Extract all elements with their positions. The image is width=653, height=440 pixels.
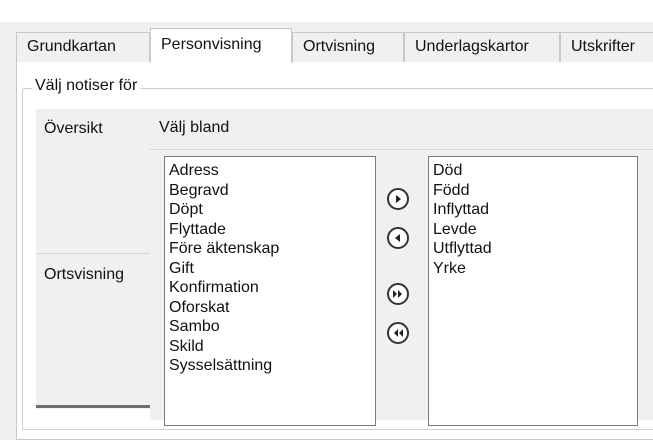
- nav-bottom-edge: [36, 405, 150, 408]
- selected-notices-list[interactable]: Död Född Inflyttad Levde Utflyttad Yrke: [428, 156, 638, 426]
- tab-grundkartan[interactable]: Grundkartan: [16, 32, 150, 62]
- list-item[interactable]: Sambo: [165, 317, 375, 337]
- tab-utskrifter[interactable]: Utskrifter: [560, 32, 653, 62]
- double-arrow-left-icon: [394, 329, 403, 337]
- window-top-strip: [0, 0, 653, 22]
- list-item[interactable]: Före äktenskap: [165, 239, 375, 259]
- double-arrow-right-icon: [393, 290, 402, 298]
- tab-personvisning[interactable]: Personvisning: [150, 28, 292, 63]
- arrow-left-icon: [395, 234, 400, 242]
- list-item[interactable]: Inflyttad: [429, 200, 637, 220]
- list-item[interactable]: Utflyttad: [429, 239, 637, 259]
- list-item[interactable]: Gift: [165, 259, 375, 279]
- add-all-button[interactable]: [387, 283, 409, 305]
- list-item[interactable]: Levde: [429, 220, 637, 240]
- list-item[interactable]: Oforskat: [165, 298, 375, 318]
- list-item[interactable]: Skild: [165, 337, 375, 357]
- content-header: Välj bland: [150, 109, 653, 150]
- tab-underlagskartor[interactable]: Underlagskartor: [404, 32, 560, 62]
- add-selected-button[interactable]: [387, 188, 409, 210]
- remove-selected-button[interactable]: [387, 227, 409, 249]
- list-item[interactable]: Begravd: [165, 181, 375, 201]
- list-item[interactable]: Yrke: [429, 259, 637, 279]
- list-item[interactable]: Död: [429, 161, 637, 181]
- content-header-label: Välj bland: [159, 119, 230, 136]
- list-item[interactable]: Flyttade: [165, 220, 375, 240]
- remove-all-button[interactable]: [387, 322, 409, 344]
- nav-item-ortsvisning[interactable]: Ortsvisning: [36, 266, 142, 412]
- list-item[interactable]: Konfirmation: [165, 278, 375, 298]
- list-item[interactable]: Adress: [165, 161, 375, 181]
- tab-ortvisning[interactable]: Ortvisning: [292, 32, 404, 62]
- arrow-right-icon: [396, 195, 401, 203]
- list-item[interactable]: Sysselsättning: [165, 356, 375, 376]
- list-item[interactable]: Döpt: [165, 200, 375, 220]
- nav-item-oversikt[interactable]: Översikt: [36, 120, 142, 266]
- group-legend: Välj notiser för: [32, 77, 141, 95]
- list-item[interactable]: Född: [429, 181, 637, 201]
- available-notices-list[interactable]: Adress Begravd Döpt Flyttade Före äktenskap G…: [164, 156, 376, 426]
- nav-divider: [36, 253, 150, 254]
